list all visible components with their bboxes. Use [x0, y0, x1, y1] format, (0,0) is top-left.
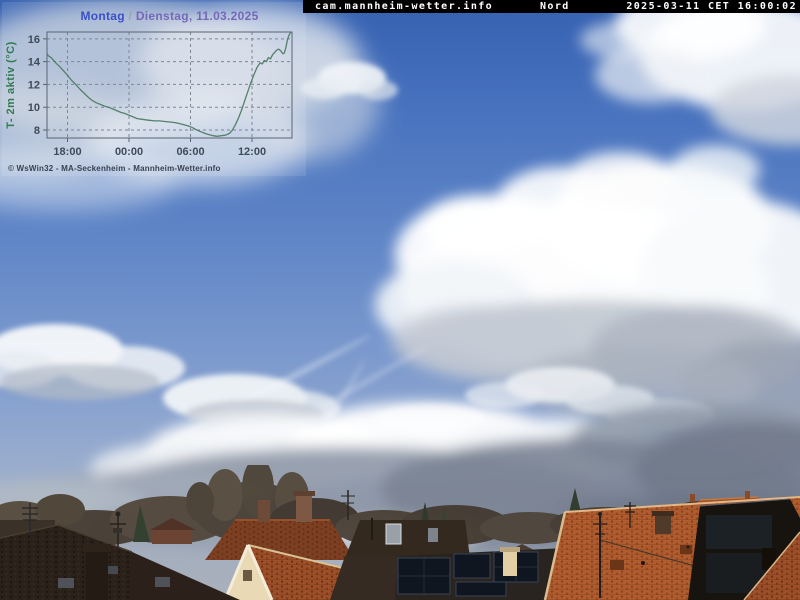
y-axis-label: T- 2m aktiv (°C) [5, 41, 17, 129]
y-tick-label: 8 [34, 125, 40, 137]
y-tick-label: 12 [28, 79, 40, 91]
bird [641, 561, 645, 565]
chimney [745, 491, 750, 499]
timestamp-label: 2025-03-11 CET 16:00:02 [626, 0, 797, 13]
x-tick-label: 06:00 [176, 146, 204, 158]
attic-window [243, 570, 252, 581]
rooftops-scene [0, 465, 800, 600]
chimney [655, 514, 671, 534]
webcam-url-label: cam.mannheim-wetter.info [315, 0, 493, 13]
chimney [86, 548, 108, 600]
skylight-window [386, 524, 401, 544]
skylight-window [155, 577, 170, 587]
bird [687, 546, 690, 549]
dark-roof-right [688, 499, 800, 600]
camera-direction-label: Nord [540, 0, 570, 13]
status-bar: cam.mannheim-wetter.info Nord 2025-03-11… [303, 0, 800, 13]
roof-hatch [680, 545, 692, 554]
y-tick-label: 10 [28, 102, 40, 114]
skylight-window [58, 578, 74, 588]
y-tick-label: 14 [28, 57, 41, 69]
solar-panel [456, 582, 506, 596]
solar-panel [454, 554, 490, 578]
temperature-chart: 8 10 12 14 16 18:00 00:00 06:00 12:00 Montag / Di… [0, 0, 310, 180]
y-tick-label: 16 [28, 34, 40, 46]
solar-panel [706, 515, 772, 549]
chart-title-date: Dienstag, 11.03.2025 [136, 9, 259, 23]
chart-title-separator: / [125, 9, 136, 23]
cream-chimney [503, 550, 517, 576]
attic-roof [345, 518, 470, 558]
chimney [296, 494, 312, 522]
chart-copyright: © WsWin32 - MA-Seckenheim - Mannheim-Wet… [8, 164, 221, 173]
chart-title-day: Montag [80, 9, 124, 23]
x-tick-label: 00:00 [115, 146, 143, 158]
chart-title: Montag / Dienstag, 11.03.2025 [80, 9, 258, 23]
cloud-topright [580, 0, 800, 145]
webcam-frame: 8 10 12 14 16 18:00 00:00 06:00 12:00 Montag / Di… [0, 0, 800, 600]
temperature-chart-overlay: 8 10 12 14 16 18:00 00:00 06:00 12:00 Montag / Di… [0, 0, 310, 180]
x-tick-label: 18:00 [53, 146, 81, 158]
skylight-window [428, 528, 438, 542]
x-tick-label: 12:00 [238, 146, 266, 158]
chimney [690, 494, 695, 502]
chimney [258, 500, 270, 522]
roof-hatch [610, 560, 624, 570]
